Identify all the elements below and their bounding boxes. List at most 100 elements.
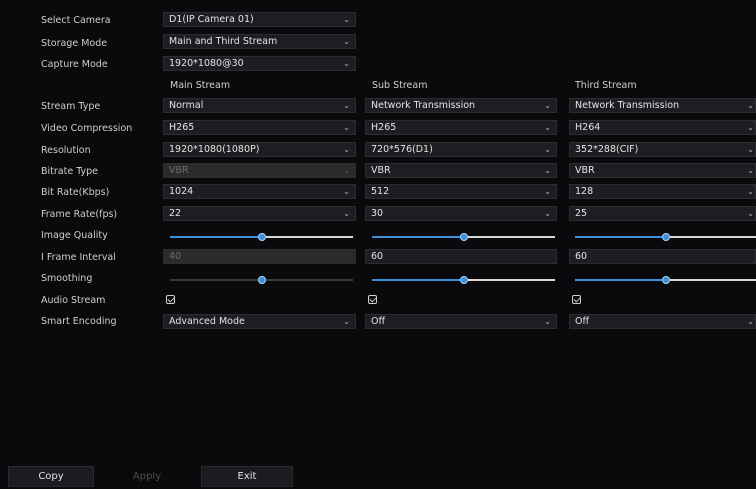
sub-video-compression-select[interactable]: H265 ⌄ [365, 120, 557, 135]
main-stream-type-select[interactable]: Normal ⌄ [163, 98, 356, 113]
chevron-down-icon: ⌄ [343, 317, 350, 326]
chevron-down-icon: ⌄ [343, 101, 350, 110]
storage-mode-select[interactable]: Main and Third Stream ⌄ [163, 34, 356, 49]
column-header-sub: Sub Stream [372, 80, 428, 91]
chevron-down-icon: ⌄ [747, 317, 754, 326]
third-smart-encoding-value: Off [575, 316, 590, 327]
sub-bit-rate-value: 512 [371, 186, 390, 197]
label-audio-stream: Audio Stream [41, 295, 106, 306]
sub-resolution-select[interactable]: 720*576(D1) ⌄ [365, 142, 557, 157]
sub-bitrate-type-value: VBR [371, 165, 391, 176]
third-audio-stream-checkbox[interactable] [572, 295, 581, 304]
column-header-third: Third Stream [575, 80, 637, 91]
label-resolution: Resolution [41, 145, 91, 156]
label-stream-type: Stream Type [41, 101, 101, 112]
third-video-compression-value: H264 [575, 122, 601, 133]
chevron-down-icon: ⌄ [747, 101, 754, 110]
third-stream-type-select[interactable]: Network Transmission ⌄ [569, 98, 756, 113]
third-i-frame-interval-input[interactable]: 60 [569, 249, 756, 264]
label-smoothing: Smoothing [41, 273, 93, 284]
chevron-down-icon: ⌄ [343, 123, 350, 132]
sub-audio-stream-checkbox[interactable] [368, 295, 377, 304]
sub-bit-rate-select[interactable]: 512 ⌄ [365, 184, 557, 199]
third-bit-rate-value: 128 [575, 186, 594, 197]
apply-button: Apply [132, 471, 162, 482]
slider-handle[interactable] [661, 233, 670, 241]
capture-mode-value: 1920*1080@30 [169, 58, 244, 69]
third-bitrate-type-select[interactable]: VBR ⌄ [569, 163, 756, 178]
third-resolution-select[interactable]: 352*288(CIF) ⌄ [569, 142, 756, 157]
third-image-quality-slider[interactable] [575, 230, 756, 244]
slider-handle[interactable] [459, 276, 468, 284]
third-frame-rate-select[interactable]: 25 ⌄ [569, 206, 756, 221]
main-bitrate-type-value: VBR [169, 165, 189, 176]
main-bitrate-type-select: VBR ⌄ [163, 163, 356, 178]
sub-resolution-value: 720*576(D1) [371, 144, 433, 155]
third-resolution-value: 352*288(CIF) [575, 144, 639, 155]
capture-mode-select[interactable]: 1920*1080@30 ⌄ [163, 56, 356, 71]
sub-stream-type-select[interactable]: Network Transmission ⌄ [365, 98, 557, 113]
main-bit-rate-value: 1024 [169, 186, 194, 197]
chevron-down-icon: ⌄ [343, 59, 350, 68]
chevron-down-icon: ⌄ [343, 145, 350, 154]
storage-mode-value: Main and Third Stream [169, 36, 278, 47]
label-i-frame-interval: I Frame Interval [41, 252, 116, 263]
main-image-quality-slider[interactable] [170, 230, 353, 244]
label-frame-rate: Frame Rate(fps) [41, 209, 118, 220]
main-smart-encoding-select[interactable]: Advanced Mode ⌄ [163, 314, 356, 329]
sub-smoothing-slider[interactable] [372, 273, 555, 287]
main-video-compression-select[interactable]: H265 ⌄ [163, 120, 356, 135]
column-header-main: Main Stream [170, 80, 231, 91]
third-stream-type-value: Network Transmission [575, 100, 680, 111]
label-bitrate-type: Bitrate Type [41, 166, 99, 177]
main-resolution-select[interactable]: 1920*1080(1080P) ⌄ [163, 142, 356, 157]
third-video-compression-select[interactable]: H264 ⌄ [569, 120, 756, 135]
chevron-down-icon: ⌄ [544, 209, 551, 218]
chevron-down-icon: ⌄ [544, 166, 551, 175]
sub-bitrate-type-select[interactable]: VBR ⌄ [365, 163, 557, 178]
main-frame-rate-select[interactable]: 22 ⌄ [163, 206, 356, 221]
slider-handle[interactable] [459, 233, 468, 241]
chevron-down-icon: ⌄ [747, 209, 754, 218]
label-select-camera: Select Camera [41, 15, 111, 26]
label-video-compression: Video Compression [41, 123, 133, 134]
exit-button[interactable]: Exit [201, 466, 293, 487]
label-image-quality: Image Quality [41, 230, 108, 241]
chevron-down-icon: ⌄ [343, 15, 350, 24]
chevron-down-icon: ⌄ [544, 123, 551, 132]
sub-frame-rate-select[interactable]: 30 ⌄ [365, 206, 557, 221]
chevron-down-icon: ⌄ [343, 37, 350, 46]
sub-smart-encoding-value: Off [371, 316, 386, 327]
third-smoothing-slider[interactable] [575, 273, 756, 287]
slider-handle[interactable] [661, 276, 670, 284]
chevron-down-icon: ⌄ [343, 166, 350, 175]
sub-frame-rate-value: 30 [371, 208, 384, 219]
sub-i-frame-interval-value: 60 [371, 251, 384, 262]
chevron-down-icon: ⌄ [544, 101, 551, 110]
third-bit-rate-select[interactable]: 128 ⌄ [569, 184, 756, 199]
label-smart-encoding: Smart Encoding [41, 316, 117, 327]
slider-handle[interactable] [257, 233, 266, 241]
chevron-down-icon: ⌄ [544, 145, 551, 154]
main-frame-rate-value: 22 [169, 208, 182, 219]
label-bit-rate: Bit Rate(Kbps) [41, 187, 110, 198]
main-smoothing-slider[interactable] [170, 273, 353, 287]
label-storage-mode: Storage Mode [41, 38, 108, 49]
chevron-down-icon: ⌄ [343, 187, 350, 196]
chevron-down-icon: ⌄ [343, 209, 350, 218]
sub-video-compression-value: H265 [371, 122, 397, 133]
main-stream-type-value: Normal [169, 100, 204, 111]
main-audio-stream-checkbox[interactable] [166, 295, 175, 304]
main-bit-rate-select[interactable]: 1024 ⌄ [163, 184, 356, 199]
sub-image-quality-slider[interactable] [372, 230, 555, 244]
third-i-frame-interval-value: 60 [575, 251, 588, 262]
copy-button[interactable]: Copy [8, 466, 94, 487]
third-smart-encoding-select[interactable]: Off ⌄ [569, 314, 756, 329]
slider-handle[interactable] [257, 276, 266, 284]
sub-i-frame-interval-input[interactable]: 60 [365, 249, 557, 264]
sub-smart-encoding-select[interactable]: Off ⌄ [365, 314, 557, 329]
chevron-down-icon: ⌄ [544, 317, 551, 326]
chevron-down-icon: ⌄ [747, 145, 754, 154]
chevron-down-icon: ⌄ [747, 166, 754, 175]
camera-select[interactable]: D1(IP Camera 01) ⌄ [163, 12, 356, 27]
